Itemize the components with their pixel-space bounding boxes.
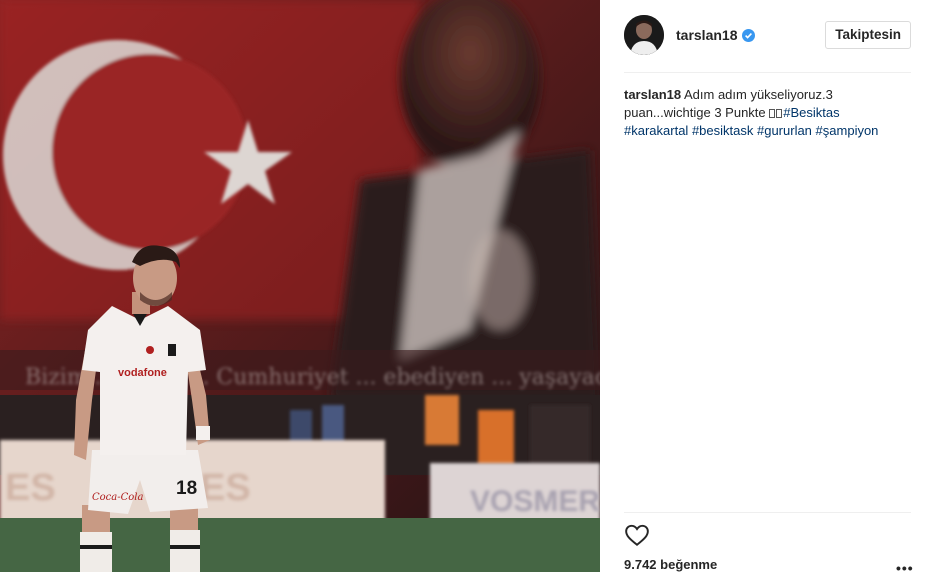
caption-author[interactable]: tarslan18 (624, 87, 681, 102)
avatar[interactable] (624, 15, 664, 55)
hashtag-link[interactable]: #Besiktas (783, 105, 839, 120)
hashtag-link[interactable]: #gururlan (757, 123, 812, 138)
post-header: tarslan18 Takiptesin (624, 14, 911, 56)
header-divider (624, 72, 911, 73)
verified-badge-icon (742, 28, 756, 42)
post-details-panel: tarslan18 Takiptesin tarslan18 Adım adım… (600, 0, 927, 572)
svg-text:VOSMER C: VOSMER C (470, 485, 600, 518)
post-image: Bizim ... ömrü ... Cumhuriyet ... ebediy… (0, 0, 600, 572)
username[interactable]: tarslan18 (676, 27, 737, 43)
svg-text:ES: ES (200, 467, 251, 509)
svg-text:18: 18 (176, 478, 197, 499)
more-options-icon[interactable]: ••• (896, 560, 914, 572)
post-photo[interactable]: Bizim ... ömrü ... Cumhuriyet ... ebediy… (0, 0, 600, 572)
hashtag-link[interactable]: #besiktask (692, 123, 753, 138)
post-caption: tarslan18 Adım adım yükseliyoruz.3 puan.… (624, 86, 914, 140)
likes-count[interactable]: 9.742 beğenme (624, 557, 717, 572)
following-button[interactable]: Takiptesin (825, 21, 911, 49)
hashtag-link[interactable]: #karakartal (624, 123, 688, 138)
emoji-placeholder-icon (769, 109, 776, 118)
actions-divider (624, 512, 911, 513)
hashtag-link[interactable]: #şampiyon (816, 123, 879, 138)
heart-icon[interactable] (624, 522, 650, 548)
svg-text:vodafone: vodafone (118, 367, 167, 379)
svg-text:Coca-Cola: Coca-Cola (92, 492, 143, 503)
svg-text:ES: ES (5, 467, 56, 509)
emoji-placeholder-icon (776, 109, 783, 118)
